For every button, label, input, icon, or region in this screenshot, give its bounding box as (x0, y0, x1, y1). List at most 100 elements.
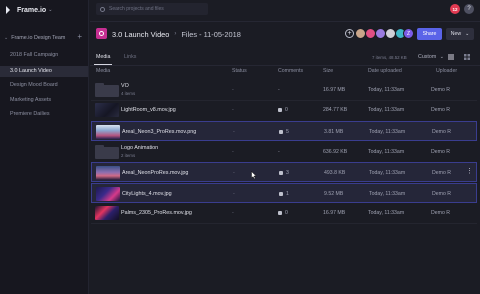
sidebar-item-premiere-dailies[interactable]: Premiere Dailies (0, 109, 88, 120)
more-options-icon[interactable]: ⋮ (466, 168, 473, 175)
breadcrumb-folder[interactable]: Files - 11-05-2018 (181, 30, 240, 39)
comment-icon (278, 108, 282, 112)
new-button-label: New (450, 31, 462, 37)
comment-count: 5 (286, 129, 289, 135)
tab-links[interactable]: Links (124, 54, 136, 60)
sidebar: Frame.io ⌄ ⌄ Frame.io Design Team + 2018… (0, 0, 89, 294)
folder-icon (95, 145, 119, 159)
table-row[interactable]: Areal_NeonProRes.mov.jpg - 3 493.8 KB Today,… (91, 162, 477, 182)
comment-count: 0 (285, 210, 288, 216)
file-name[interactable]: LightRoom_v8.mov.jpg (121, 107, 176, 113)
table-row[interactable]: Areal_Neon3_ProRes.mov.png - 5 3.81 MB Today… (91, 121, 477, 141)
table-row[interactable]: Logo Animation 2 items - - 636.92 KB Today, 1… (91, 142, 477, 162)
file-name[interactable]: Areal_Neon3_ProRes.mov.png (122, 129, 196, 135)
breadcrumb-project[interactable]: 3.0 Launch Video (112, 30, 169, 39)
comments-cell: - (278, 87, 280, 93)
project-icon (96, 28, 107, 39)
date-cell: Today, 11:33am (368, 87, 405, 93)
chevron-down-icon: ⌄ (48, 7, 53, 13)
column-header-name[interactable]: Media (96, 68, 110, 74)
thumbnail[interactable] (96, 125, 120, 139)
uploader-cell: Demo R (431, 87, 451, 93)
comment-count: 0 (285, 107, 288, 113)
column-header-size[interactable]: Size (323, 68, 333, 74)
sidebar-item-marketing-assets[interactable]: Marketing Assets (0, 95, 88, 106)
status-cell[interactable]: - (233, 129, 235, 135)
status-cell[interactable]: - (233, 191, 235, 197)
mouse-cursor-icon (251, 171, 257, 179)
comment-count: 3 (286, 170, 289, 176)
brand-name: Frame.io (17, 6, 47, 14)
folder-icon (95, 83, 119, 97)
file-name[interactable]: Palms_2305_ProRes.mov.jpg (121, 210, 192, 216)
comment-icon (279, 130, 283, 134)
comment-icon (279, 171, 283, 175)
size-cell: 284.77 KB (323, 107, 348, 113)
search-input[interactable]: Search projects and files (109, 6, 164, 12)
column-header-uploader[interactable]: Uploader (436, 68, 457, 74)
table-row[interactable]: VO 4 items - - 16.97 MB Today, 11:33am Demo R (91, 80, 477, 100)
comments-cell[interactable]: 0 (278, 210, 288, 216)
item-count: 2 items (121, 153, 136, 158)
uploader-cell: Demo R (431, 210, 451, 216)
thumbnail[interactable] (95, 206, 119, 220)
brand[interactable]: Frame.io ⌄ (5, 4, 52, 16)
uploader-cell: Demo R (431, 107, 451, 113)
chevron-down-icon: ⌄ (439, 54, 444, 60)
chevron-right-icon: › (174, 31, 177, 37)
comments-cell[interactable]: 5 (279, 129, 289, 135)
sidebar-item-3-0-launch-video[interactable]: 3.0 Launch Video (0, 66, 88, 77)
item-count: 4 items (121, 91, 136, 96)
list-view-icon[interactable] (448, 54, 454, 60)
column-header-date[interactable]: Date uploaded (368, 68, 402, 74)
date-cell: Today, 11:33am (369, 191, 406, 197)
add-project-button[interactable]: + (77, 32, 82, 41)
table-row[interactable]: LightRoom_v8.mov.jpg - 0 284.77 KB Today, 11… (91, 100, 477, 120)
grid-view-icon[interactable] (464, 54, 470, 60)
size-cell: 16.97 MB (323, 210, 346, 216)
size-cell: 9.52 MB (324, 191, 344, 197)
comments-cell[interactable]: 1 (279, 191, 289, 197)
team-name: Frame.io Design Team (11, 35, 66, 41)
frameio-logo-icon (5, 6, 13, 14)
sort-dropdown[interactable]: Custom ⌄ (418, 54, 444, 60)
sidebar-item-2018-fall-campaign[interactable]: 2018 Fall Campaign (0, 50, 88, 61)
sidebar-item-design-mood-board[interactable]: Design Mood Board (0, 80, 88, 91)
team-header[interactable]: ⌄ Frame.io Design Team + (4, 32, 84, 43)
thumbnail[interactable] (96, 166, 120, 180)
status-cell[interactable]: - (233, 170, 235, 176)
date-cell: Today, 11:33am (368, 210, 405, 216)
share-button[interactable]: Share (417, 28, 442, 40)
file-name[interactable]: CityLights_4.mov.jpg (122, 191, 172, 197)
divider (90, 65, 480, 66)
table-row[interactable]: CityLights_4.mov.jpg - 1 9.52 MB Today, 11:3… (91, 183, 477, 203)
file-name[interactable]: Areal_NeonProRes.mov.jpg (122, 170, 188, 176)
status-cell[interactable]: - (232, 210, 234, 216)
comments-cell[interactable]: 3 (279, 170, 289, 176)
table-row[interactable]: Palms_2305_ProRes.mov.jpg - 0 16.97 MB Today… (91, 203, 477, 223)
comments-cell[interactable]: 0 (278, 107, 288, 113)
thumbnail[interactable] (95, 103, 119, 117)
avatar[interactable]: Z (403, 28, 414, 39)
file-name[interactable]: Logo Animation (121, 145, 158, 151)
date-cell: Today, 11:33am (368, 107, 405, 113)
chevron-down-icon: ⌄ (4, 35, 9, 41)
column-header-comments[interactable]: Comments (278, 68, 303, 74)
file-name[interactable]: VO (121, 83, 129, 89)
search-bar[interactable]: Search projects and files (96, 3, 208, 15)
column-header-status[interactable]: Status (232, 68, 247, 74)
add-collaborator-button[interactable]: + (345, 29, 354, 38)
tab-media[interactable]: Media (96, 54, 110, 60)
help-button[interactable]: ? (464, 4, 474, 14)
new-button[interactable]: New ⌄ (446, 28, 474, 40)
size-cell: 636.92 KB (323, 149, 348, 155)
status-cell[interactable]: - (232, 87, 234, 93)
status-cell[interactable]: - (232, 107, 234, 113)
thumbnail[interactable] (96, 187, 120, 201)
divider (91, 223, 477, 224)
uploader-cell: Demo R (432, 191, 452, 197)
search-icon (100, 6, 105, 12)
status-cell[interactable]: - (232, 149, 234, 155)
date-cell: Today, 11:33am (369, 170, 406, 176)
notifications-badge[interactable]: 12 (450, 4, 460, 14)
